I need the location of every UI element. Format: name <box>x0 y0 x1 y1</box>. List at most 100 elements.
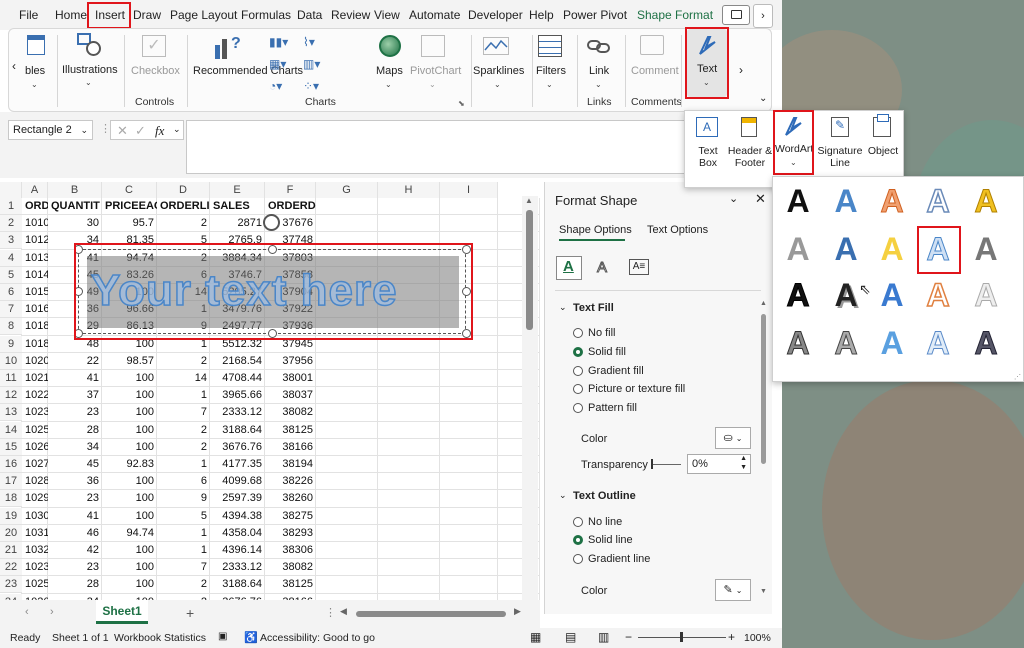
tab-automate[interactable]: Automate <box>409 8 460 22</box>
sparklines-button[interactable]: Sparklines <box>473 65 524 77</box>
table-cell[interactable]: 10159 <box>22 284 48 301</box>
solid-fill-label[interactable]: Solid fill <box>588 346 626 358</box>
row-header[interactable]: 23 <box>0 576 22 594</box>
table-cell[interactable]: 41 <box>48 370 102 387</box>
text-fill-outline-button[interactable]: A <box>556 256 582 280</box>
pane-scroll-thumb[interactable] <box>761 314 766 464</box>
wordart-style-17[interactable]: A <box>823 321 869 365</box>
table-cell[interactable]: 95.7 <box>102 215 157 232</box>
table-cell[interactable]: 10251 <box>22 576 48 593</box>
gradient-fill-label[interactable]: Gradient fill <box>588 365 644 377</box>
vertical-scrollbar[interactable] <box>526 210 533 330</box>
tab-data[interactable]: Data <box>297 8 322 22</box>
link-button[interactable]: Link <box>589 65 609 77</box>
statistic-chart-icon[interactable]: ▥▾ <box>303 57 320 71</box>
table-cell[interactable]: 10168 <box>22 301 48 318</box>
row-header[interactable]: 7 <box>0 301 22 319</box>
filters-button[interactable]: Filters <box>536 65 566 77</box>
wordart-style-13[interactable]: A <box>869 273 915 317</box>
checkbox-button[interactable]: Checkbox <box>131 65 180 77</box>
table-cell[interactable]: 38275 <box>265 508 316 525</box>
wordart-style-8[interactable]: A <box>869 227 915 271</box>
row-header[interactable]: 6 <box>0 284 22 301</box>
column-title-cell[interactable]: ORDERNU <box>22 198 48 215</box>
row-header[interactable]: 21 <box>0 542 22 559</box>
table-cell[interactable]: 10145 <box>22 267 48 284</box>
table-cell[interactable]: 45 <box>48 456 102 473</box>
table-cell[interactable]: 10188 <box>22 336 48 353</box>
wordart-style-6[interactable]: A <box>775 227 821 271</box>
zoom-in-icon[interactable]: + <box>728 630 735 644</box>
page-break-view-icon[interactable]: ▥ <box>598 630 609 644</box>
row-header[interactable]: 5 <box>0 266 22 284</box>
table-cell[interactable]: 10299 <box>22 490 48 507</box>
radio-pattern-fill[interactable] <box>573 403 583 413</box>
table-cell[interactable]: 37 <box>48 387 102 404</box>
row-header[interactable]: 18 <box>0 490 22 508</box>
table-cell[interactable]: 10107 <box>22 215 48 232</box>
row-header[interactable]: 17 <box>0 473 22 491</box>
wordart-style-15[interactable]: A <box>963 273 1009 317</box>
scroll-up-icon[interactable]: ▲ <box>760 300 767 307</box>
table-cell[interactable]: 9 <box>157 490 210 507</box>
table-cell[interactable]: 2 <box>157 576 210 593</box>
normal-view-icon[interactable]: ▦ <box>530 630 541 644</box>
table-cell[interactable]: 4099.68 <box>210 473 265 490</box>
table-cell[interactable]: 100 <box>102 542 157 559</box>
text-outline-heading[interactable]: Text Outline <box>573 490 636 502</box>
table-cell[interactable]: 3965.66 <box>210 387 265 404</box>
page-layout-view-icon[interactable]: ▤ <box>565 630 576 644</box>
row-header[interactable]: 22 <box>0 559 22 577</box>
column-header[interactable]: B <box>48 182 102 198</box>
column-title-cell[interactable]: ORDERDATE <box>265 198 316 215</box>
table-cell[interactable]: 42 <box>48 542 102 559</box>
table-cell[interactable]: 1 <box>157 525 210 542</box>
radio-gradient-fill[interactable] <box>573 366 583 376</box>
row-header[interactable]: 10 <box>0 352 22 370</box>
table-cell[interactable]: 98.57 <box>102 353 157 370</box>
row-header[interactable]: 15 <box>0 438 22 456</box>
zoom-out-icon[interactable]: − <box>625 630 632 644</box>
transparency-input[interactable]: 0% ▲ ▼ <box>687 454 751 474</box>
close-icon[interactable]: ✕ <box>755 191 766 207</box>
tab-formulas[interactable]: Formulas <box>241 8 291 22</box>
table-cell[interactable]: 3188.64 <box>210 422 265 439</box>
text-fill-heading[interactable]: Text Fill <box>573 302 614 314</box>
name-box[interactable]: Rectangle 2 ⌄ <box>8 120 93 140</box>
tab-draw[interactable]: Draw <box>133 8 161 22</box>
table-cell[interactable]: 10309 <box>22 508 48 525</box>
table-cell[interactable]: 6 <box>157 473 210 490</box>
row-header[interactable]: 12 <box>0 387 22 405</box>
tab-file[interactable]: File <box>19 8 38 22</box>
scroll-up-icon[interactable]: ▲ <box>525 196 533 205</box>
wordart-style-11[interactable]: A <box>775 273 821 317</box>
chevron-down-icon[interactable]: ⌄ <box>559 302 567 313</box>
pivotchart-button[interactable]: PivotChart <box>410 65 461 77</box>
tab-shape-format[interactable]: Shape Format <box>637 8 713 22</box>
column-title-cell[interactable]: QUANTIT <box>48 198 102 215</box>
scroll-right-icon[interactable]: ▶ <box>514 606 521 617</box>
row-header[interactable]: 16 <box>0 456 22 473</box>
table-cell[interactable]: 38306 <box>265 542 316 559</box>
table-cell[interactable]: 92.83 <box>102 456 157 473</box>
column-chart-icon[interactable]: ▮▮▾ <box>269 35 288 49</box>
table-cell[interactable]: 38082 <box>265 559 316 576</box>
table-cell[interactable]: 37956 <box>265 353 316 370</box>
tab-page-layout[interactable]: Page Layout <box>170 8 237 22</box>
gradient-line-label[interactable]: Gradient line <box>588 553 650 565</box>
next-sheet-icon[interactable]: › <box>50 606 54 618</box>
dialog-launcher-icon[interactable]: ⬊ <box>458 99 465 108</box>
signature-line-button[interactable]: ✎ Signature Line <box>817 115 863 179</box>
radio-solid-line[interactable] <box>573 535 583 545</box>
table-cell[interactable]: 36 <box>48 473 102 490</box>
table-cell[interactable]: 100 <box>102 422 157 439</box>
column-title-cell[interactable]: ORDERLIN <box>157 198 210 215</box>
table-cell[interactable]: 3188.64 <box>210 576 265 593</box>
table-cell[interactable]: 1 <box>157 542 210 559</box>
table-cell[interactable]: 38166 <box>265 439 316 456</box>
table-cell[interactable]: 46 <box>48 525 102 542</box>
row-header[interactable]: 9 <box>0 335 22 353</box>
table-cell[interactable]: 38260 <box>265 490 316 507</box>
table-cell[interactable]: 4396.14 <box>210 542 265 559</box>
table-cell[interactable]: 28 <box>48 422 102 439</box>
